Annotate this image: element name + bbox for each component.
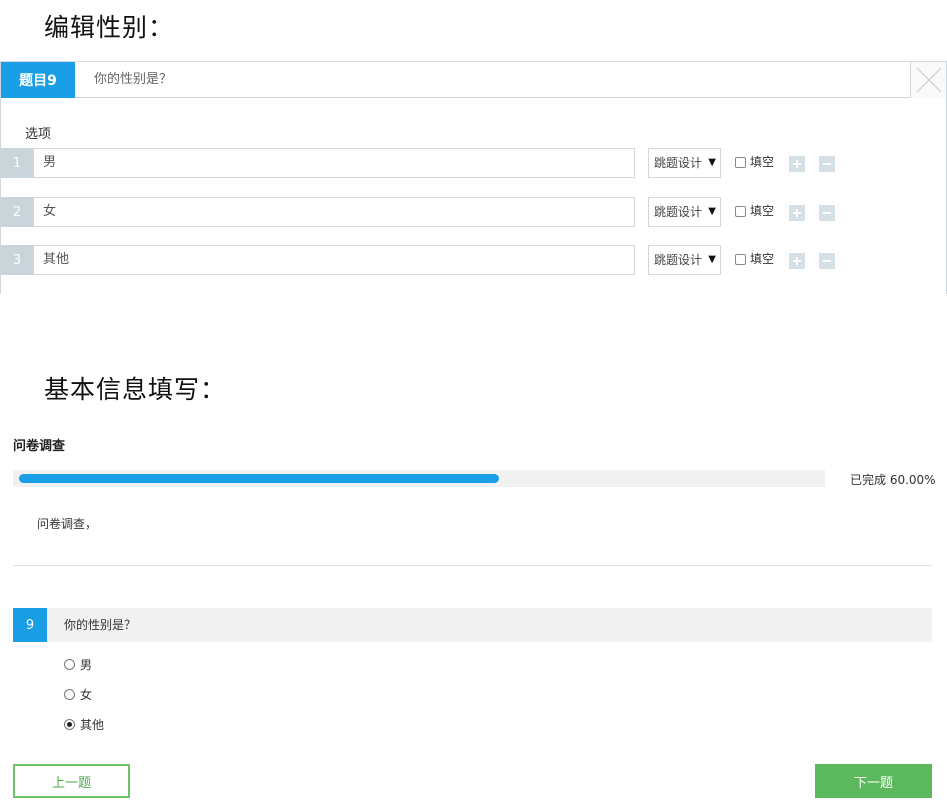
option-row: 3 其他 跳题设计 ▼ 填空 bbox=[1, 245, 946, 275]
dropdown-caret-icon: ▼ bbox=[708, 254, 716, 265]
dropdown-caret-icon: ▼ bbox=[708, 206, 716, 217]
progress-bar-fill bbox=[19, 474, 499, 483]
survey-title: 问卷调查 bbox=[13, 439, 66, 454]
fill-blank-checkbox[interactable] bbox=[735, 206, 746, 217]
minus-icon bbox=[823, 260, 831, 262]
remove-option-button[interactable] bbox=[819, 205, 835, 221]
add-option-button[interactable] bbox=[789, 156, 805, 172]
jump-setting-select[interactable]: 跳题设计 ▼ bbox=[648, 245, 721, 275]
remove-option-button[interactable] bbox=[819, 156, 835, 172]
option-number: 3 bbox=[1, 245, 33, 275]
edit-gender-heading: 编辑性别： bbox=[44, 13, 175, 42]
dropdown-caret-icon: ▼ bbox=[708, 157, 716, 168]
radio-button[interactable] bbox=[64, 658, 75, 670]
question-number-badge: 题目9 bbox=[1, 62, 75, 98]
close-icon bbox=[916, 67, 942, 93]
option-text-input[interactable]: 其他 bbox=[33, 245, 635, 275]
jump-setting-label: 跳题设计 bbox=[654, 253, 703, 267]
question-title-input[interactable]: 你的性别是？ bbox=[94, 62, 172, 98]
jump-setting-select[interactable]: 跳题设计 ▼ bbox=[648, 148, 721, 178]
fill-blank-label: 填空 bbox=[750, 252, 775, 266]
choice-option-male[interactable]: 男 bbox=[64, 655, 92, 673]
jump-setting-label: 跳题设计 bbox=[654, 156, 703, 170]
next-question-button[interactable]: 下一题 bbox=[815, 764, 932, 798]
fill-blank-label: 填空 bbox=[750, 155, 775, 169]
question-number: 9 bbox=[13, 608, 47, 642]
option-row: 1 男 跳题设计 ▼ 填空 bbox=[1, 148, 946, 178]
choice-label: 男 bbox=[80, 657, 93, 672]
option-text-input[interactable]: 男 bbox=[33, 148, 635, 178]
choice-label: 女 bbox=[80, 687, 93, 702]
remove-option-button[interactable] bbox=[819, 253, 835, 269]
choice-option-female[interactable]: 女 bbox=[64, 685, 92, 703]
add-option-button[interactable] bbox=[789, 205, 805, 221]
question-text: 你的性别是？ bbox=[64, 618, 137, 632]
progress-text: 已完成 60.00% bbox=[850, 473, 936, 487]
close-button[interactable] bbox=[910, 62, 946, 98]
minus-icon bbox=[823, 163, 831, 165]
option-number: 1 bbox=[1, 148, 33, 178]
fill-blank-checkbox[interactable] bbox=[735, 254, 746, 265]
option-text-input[interactable]: 女 bbox=[33, 197, 635, 227]
plus-icon bbox=[793, 209, 801, 217]
jump-setting-select[interactable]: 跳题设计 ▼ bbox=[648, 197, 721, 227]
plus-icon bbox=[793, 160, 801, 168]
add-option-button[interactable] bbox=[789, 253, 805, 269]
progress-bar bbox=[13, 470, 825, 487]
choice-option-other[interactable]: 其他 bbox=[64, 715, 104, 733]
options-label: 选项 bbox=[25, 127, 52, 142]
choice-label: 其他 bbox=[80, 717, 105, 732]
option-number: 2 bbox=[1, 197, 33, 227]
previous-question-button[interactable]: 上一题 bbox=[13, 764, 130, 798]
jump-setting-label: 跳题设计 bbox=[654, 205, 703, 219]
minus-icon bbox=[823, 212, 831, 214]
question-header: 9 你的性别是？ bbox=[13, 608, 932, 642]
radio-button[interactable] bbox=[64, 688, 75, 700]
divider bbox=[13, 565, 932, 566]
fill-blank-checkbox[interactable] bbox=[735, 157, 746, 168]
editor-header: 题目9 你的性别是？ bbox=[1, 62, 946, 98]
basic-info-heading: 基本信息填写： bbox=[44, 375, 227, 404]
option-row: 2 女 跳题设计 ▼ 填空 bbox=[1, 197, 946, 227]
plus-icon bbox=[793, 257, 801, 265]
question-editor-panel: 题目9 你的性别是？ 选项 1 男 跳题设计 ▼ 填空 2 女 跳题设计 ▼ 填空 bbox=[0, 61, 947, 294]
radio-button-selected[interactable] bbox=[64, 718, 75, 730]
survey-description: 问卷调查， bbox=[37, 517, 98, 531]
fill-blank-label: 填空 bbox=[750, 204, 775, 218]
